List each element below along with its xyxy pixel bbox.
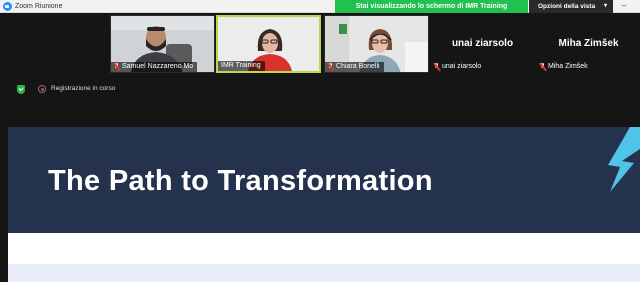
- participant-name-bar: unai ziarsolo: [431, 62, 485, 72]
- slide-title: The Path to Transformation: [48, 165, 433, 197]
- participant-gallery: Samuel Nazzareno Mo IMR Training Chiara …: [0, 13, 640, 75]
- participant-name: Chiara Bonelli: [336, 63, 380, 70]
- zoom-logo-icon: [3, 2, 12, 11]
- security-shield-icon[interactable]: [17, 85, 25, 94]
- minimize-button[interactable]: –: [619, 0, 629, 13]
- chevron-down-icon: ▾: [603, 3, 607, 9]
- view-options-button[interactable]: Opzioni della vista ▾: [529, 0, 613, 13]
- participant-tile-no-video[interactable]: Miha Zimšek Miha Zimšek: [536, 15, 640, 73]
- view-options-label: Opzioni della vista: [538, 3, 596, 10]
- title-bar: Zoom Riunione Stai visualizzando lo sche…: [0, 0, 640, 13]
- screen-share-banner: Stai visualizzando lo schermo di IMR Tra…: [335, 0, 528, 13]
- mic-muted-icon: [434, 63, 440, 71]
- slide-footer-band: [8, 264, 640, 282]
- participant-display-name: Miha Zimšek: [558, 38, 619, 49]
- meeting-status-bar: Registrazione in corso: [0, 75, 640, 127]
- mic-muted-icon: [328, 63, 334, 71]
- participant-tile[interactable]: Samuel Nazzareno Mo: [110, 15, 215, 73]
- lightning-bolt-icon: [608, 127, 640, 192]
- participant-name: IMR Training: [221, 62, 261, 69]
- participant-name-bar: IMR Training: [218, 61, 265, 71]
- participant-name: unai ziarsolo: [442, 63, 482, 70]
- participant-name-bar: Miha Zimšek: [537, 62, 592, 72]
- recording-icon: [38, 85, 46, 93]
- slide-body: [8, 233, 640, 264]
- zoom-meeting-window: Zoom Riunione Stai visualizzando lo sche…: [0, 0, 640, 282]
- mic-muted-icon: [540, 63, 546, 71]
- participant-name: Miha Zimšek: [548, 63, 588, 70]
- participant-tile-no-video[interactable]: unai ziarsolo unai ziarsolo: [430, 15, 535, 73]
- slide-header-banner: The Path to Transformation: [8, 127, 640, 233]
- participant-name-bar: Samuel Nazzareno Mo: [111, 62, 198, 72]
- recording-status: Registrazione in corso: [51, 85, 116, 92]
- participant-display-name: unai ziarsolo: [451, 38, 514, 49]
- participant-name-bar: Chiara Bonelli: [325, 62, 384, 72]
- participant-tile[interactable]: Chiara Bonelli: [324, 15, 429, 73]
- shared-screen: The Path to Transformation: [8, 127, 640, 282]
- window-title: Zoom Riunione: [15, 3, 63, 10]
- participant-tile-active[interactable]: IMR Training: [216, 15, 321, 73]
- mic-muted-icon: [114, 63, 120, 71]
- participant-name: Samuel Nazzareno Mo: [122, 63, 194, 70]
